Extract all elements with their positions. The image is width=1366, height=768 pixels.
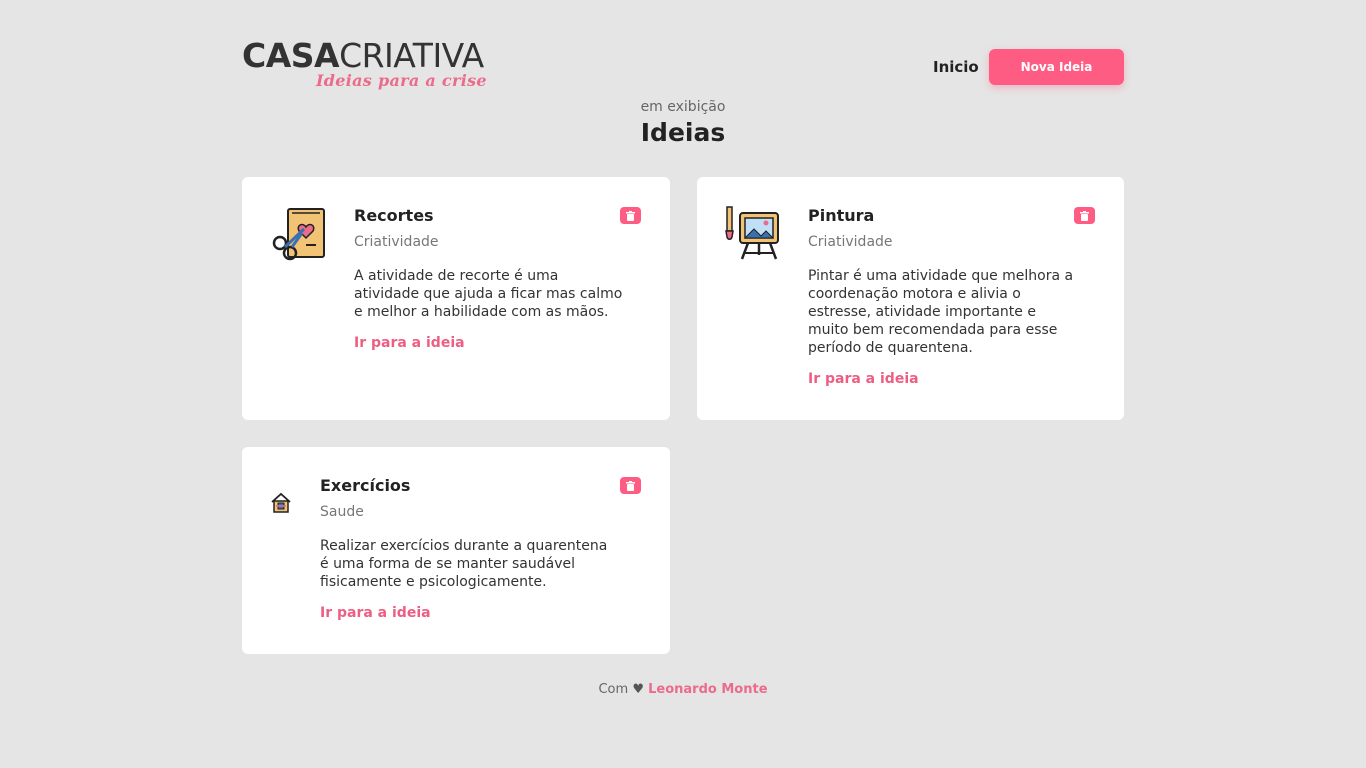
- idea-description: A atividade de recorte é uma atividade q…: [354, 268, 623, 320]
- idea-category: Criatividade: [354, 234, 439, 250]
- logo-bold: CASA: [242, 36, 340, 75]
- delete-button[interactable]: [620, 477, 641, 494]
- home-exercise-icon: [270, 492, 292, 514]
- idea-title: Recortes: [354, 206, 434, 225]
- nav-home-link[interactable]: Inicio: [933, 58, 979, 76]
- idea-title: Exercícios: [320, 476, 411, 495]
- idea-card-pintura: Pintura Criatividade Pintar é uma ativid…: [697, 177, 1124, 420]
- idea-description: Realizar exercícios durante a quarentena…: [320, 538, 608, 590]
- logo-light: CRIATIVA: [339, 36, 484, 75]
- trash-icon: [626, 480, 635, 491]
- scissors-card-icon: [270, 205, 328, 261]
- logo-tagline: Ideias para a crise: [316, 71, 487, 90]
- page-subtitle: em exibição: [640, 99, 726, 115]
- heart-icon: ♥: [632, 682, 644, 697]
- new-idea-button[interactable]: Nova Ideia: [989, 49, 1124, 85]
- idea-card-recortes: Recortes Criatividade A atividade de rec…: [242, 177, 670, 420]
- logo-wordmark: CASACRIATIVA: [242, 38, 512, 74]
- logo[interactable]: CASACRIATIVA Ideias para a crise: [242, 38, 512, 96]
- idea-category: Criatividade: [808, 234, 893, 250]
- idea-link[interactable]: Ir para a ideia: [354, 334, 624, 352]
- idea-card-exercicios: Exercícios Saude Realizar exercícios dur…: [242, 447, 670, 654]
- idea-link[interactable]: Ir para a ideia: [808, 370, 1078, 388]
- page-title: Ideias: [640, 118, 726, 147]
- footer-prefix: Com: [598, 682, 629, 697]
- footer: Com ♥ Leonardo Monte: [0, 682, 1366, 697]
- trash-icon: [1080, 210, 1089, 221]
- idea-description: Pintar é uma atividade que melhora a coo…: [808, 268, 1074, 356]
- idea-link[interactable]: Ir para a ideia: [320, 604, 620, 622]
- idea-category: Saude: [320, 504, 364, 520]
- easel-painting-icon: [724, 205, 782, 261]
- trash-icon: [626, 210, 635, 221]
- author-link[interactable]: Leonardo Monte: [648, 682, 767, 697]
- idea-title: Pintura: [808, 206, 875, 225]
